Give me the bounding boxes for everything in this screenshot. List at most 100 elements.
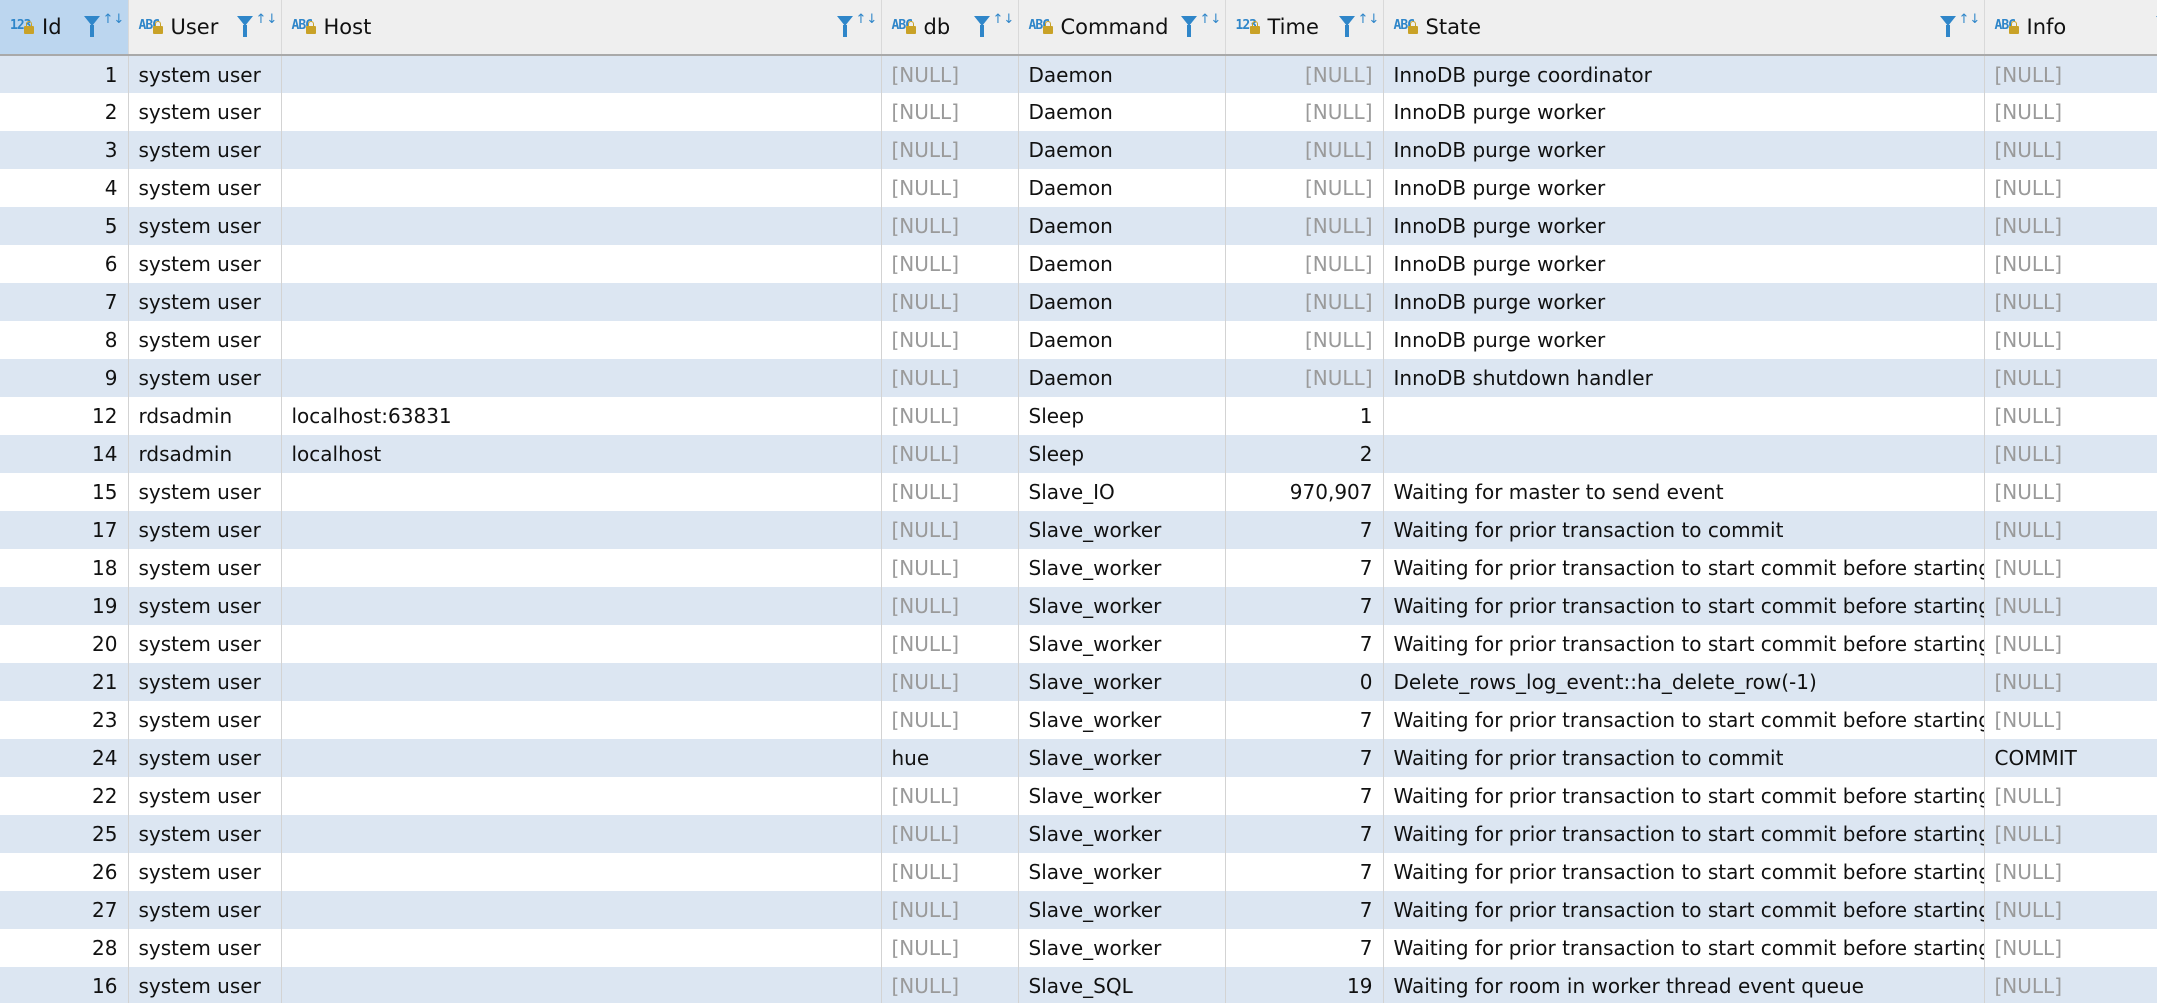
cell-id[interactable]: 3 (0, 131, 129, 169)
cell-user[interactable]: system user (128, 663, 282, 701)
cell-time[interactable]: [NULL] (1225, 169, 1384, 207)
cell-id[interactable]: 20 (0, 625, 129, 663)
cell-db[interactable]: [NULL] (881, 245, 1019, 283)
cell-time[interactable]: 7 (1225, 929, 1384, 967)
cell-host[interactable] (281, 55, 882, 93)
cell-state[interactable]: InnoDB purge worker (1383, 93, 1985, 131)
cell-command[interactable]: Sleep (1018, 435, 1226, 473)
cell-command[interactable]: Slave_worker (1018, 891, 1226, 929)
cell-time[interactable]: [NULL] (1225, 207, 1384, 245)
cell-time[interactable]: 2 (1225, 435, 1384, 473)
cell-time[interactable]: 7 (1225, 891, 1384, 929)
cell-info[interactable]: [NULL] (1984, 511, 2157, 549)
cell-command[interactable]: Slave_worker (1018, 777, 1226, 815)
cell-time[interactable]: 7 (1225, 777, 1384, 815)
cell-command[interactable]: Slave_worker (1018, 739, 1226, 777)
cell-state[interactable]: Waiting for master to send event (1383, 473, 1985, 511)
cell-id[interactable]: 7 (0, 283, 129, 321)
column-header-time[interactable]: 123 Time ↑↓ (1225, 0, 1384, 56)
cell-db[interactable]: [NULL] (881, 701, 1019, 739)
cell-info[interactable]: [NULL] (1984, 283, 2157, 321)
cell-id[interactable]: 27 (0, 891, 129, 929)
cell-state[interactable]: Waiting for prior transaction to commit (1383, 511, 1985, 549)
cell-user[interactable]: system user (128, 131, 282, 169)
cell-id[interactable]: 1 (0, 55, 129, 93)
cell-command[interactable]: Slave_worker (1018, 701, 1226, 739)
filter-icon[interactable] (236, 16, 253, 37)
cell-info[interactable]: [NULL] (1984, 625, 2157, 663)
cell-db[interactable]: [NULL] (881, 777, 1019, 815)
cell-id[interactable]: 23 (0, 701, 129, 739)
cell-user[interactable]: system user (128, 625, 282, 663)
cell-user[interactable]: system user (128, 853, 282, 891)
table-row[interactable]: 9 system user [NULL] Daemon [NULL] InnoDB shu… (0, 359, 2157, 397)
cell-user[interactable]: system user (128, 473, 282, 511)
cell-state[interactable]: Waiting for prior transaction to start c… (1383, 815, 1985, 853)
sort-icon[interactable]: ↑↓ (1959, 13, 1981, 26)
table-row[interactable]: 28 system user [NULL] Slave_worker 7 Waiting … (0, 929, 2157, 967)
cell-state[interactable]: Waiting for prior transaction to start c… (1383, 701, 1985, 739)
cell-time[interactable]: [NULL] (1225, 359, 1384, 397)
cell-host[interactable] (281, 587, 882, 625)
table-row[interactable]: 12 rdsadmin localhost:63831 [NULL] Sleep 1 [NU… (0, 397, 2157, 435)
cell-state[interactable]: Waiting for prior transaction to start c… (1383, 549, 1985, 587)
cell-db[interactable]: [NULL] (881, 435, 1019, 473)
cell-info[interactable]: [NULL] (1984, 321, 2157, 359)
cell-id[interactable]: 16 (0, 967, 129, 1003)
table-row[interactable]: 8 system user [NULL] Daemon [NULL] InnoDB pur… (0, 321, 2157, 359)
cell-id[interactable]: 12 (0, 397, 129, 435)
cell-state[interactable]: Waiting for prior transaction to start c… (1383, 929, 1985, 967)
cell-info[interactable]: [NULL] (1984, 929, 2157, 967)
filter-icon[interactable] (1939, 16, 1956, 37)
cell-db[interactable]: [NULL] (881, 815, 1019, 853)
cell-state[interactable]: InnoDB purge worker (1383, 321, 1985, 359)
table-row[interactable]: 25 system user [NULL] Slave_worker 7 Waiting … (0, 815, 2157, 853)
column-header-id[interactable]: 123 Id ↑↓ (0, 0, 129, 56)
table-row[interactable]: 26 system user [NULL] Slave_worker 7 Waiting … (0, 853, 2157, 891)
cell-db[interactable]: [NULL] (881, 853, 1019, 891)
cell-host[interactable] (281, 131, 882, 169)
table-row[interactable]: 3 system user [NULL] Daemon [NULL] InnoDB pur… (0, 131, 2157, 169)
cell-host[interactable] (281, 169, 882, 207)
cell-info[interactable]: [NULL] (1984, 55, 2157, 93)
cell-user[interactable]: rdsadmin (128, 397, 282, 435)
cell-id[interactable]: 28 (0, 929, 129, 967)
cell-host[interactable] (281, 93, 882, 131)
cell-state[interactable]: Waiting for prior transaction to commit (1383, 739, 1985, 777)
cell-time[interactable]: [NULL] (1225, 93, 1384, 131)
cell-info[interactable]: [NULL] (1984, 891, 2157, 929)
cell-user[interactable]: system user (128, 245, 282, 283)
cell-state[interactable]: InnoDB purge worker (1383, 245, 1985, 283)
cell-info[interactable]: [NULL] (1984, 853, 2157, 891)
cell-host[interactable] (281, 321, 882, 359)
cell-db[interactable]: [NULL] (881, 929, 1019, 967)
filter-icon[interactable] (83, 16, 100, 37)
cell-command[interactable]: Slave_IO (1018, 473, 1226, 511)
cell-info[interactable]: [NULL] (1984, 663, 2157, 701)
table-row[interactable]: 21 system user [NULL] Slave_worker 0 Delete_r… (0, 663, 2157, 701)
column-header-host[interactable]: ABC Host ↑↓ (281, 0, 882, 56)
cell-db[interactable]: [NULL] (881, 207, 1019, 245)
cell-state[interactable]: Waiting for prior transaction to start c… (1383, 587, 1985, 625)
cell-host[interactable] (281, 207, 882, 245)
cell-time[interactable]: 7 (1225, 739, 1384, 777)
cell-command[interactable]: Daemon (1018, 207, 1226, 245)
cell-state[interactable]: Delete_rows_log_event::ha_delete_row(-1) (1383, 663, 1985, 701)
cell-time[interactable]: 7 (1225, 815, 1384, 853)
table-row[interactable]: 24 system user hue Slave_worker 7 Waiting for… (0, 739, 2157, 777)
cell-host[interactable] (281, 891, 882, 929)
cell-host[interactable]: localhost:63831 (281, 397, 882, 435)
cell-state[interactable]: InnoDB purge worker (1383, 283, 1985, 321)
cell-db[interactable]: [NULL] (881, 321, 1019, 359)
cell-id[interactable]: 14 (0, 435, 129, 473)
column-header-command[interactable]: ABC Command ↑↓ (1018, 0, 1226, 56)
cell-host[interactable] (281, 549, 882, 587)
cell-db[interactable]: [NULL] (881, 967, 1019, 1003)
cell-info[interactable]: [NULL] (1984, 397, 2157, 435)
cell-user[interactable]: rdsadmin (128, 435, 282, 473)
cell-state[interactable]: Waiting for prior transaction to start c… (1383, 625, 1985, 663)
column-header-db[interactable]: ABC db ↑↓ (881, 0, 1019, 56)
cell-user[interactable]: system user (128, 967, 282, 1003)
cell-user[interactable]: system user (128, 929, 282, 967)
cell-host[interactable] (281, 625, 882, 663)
